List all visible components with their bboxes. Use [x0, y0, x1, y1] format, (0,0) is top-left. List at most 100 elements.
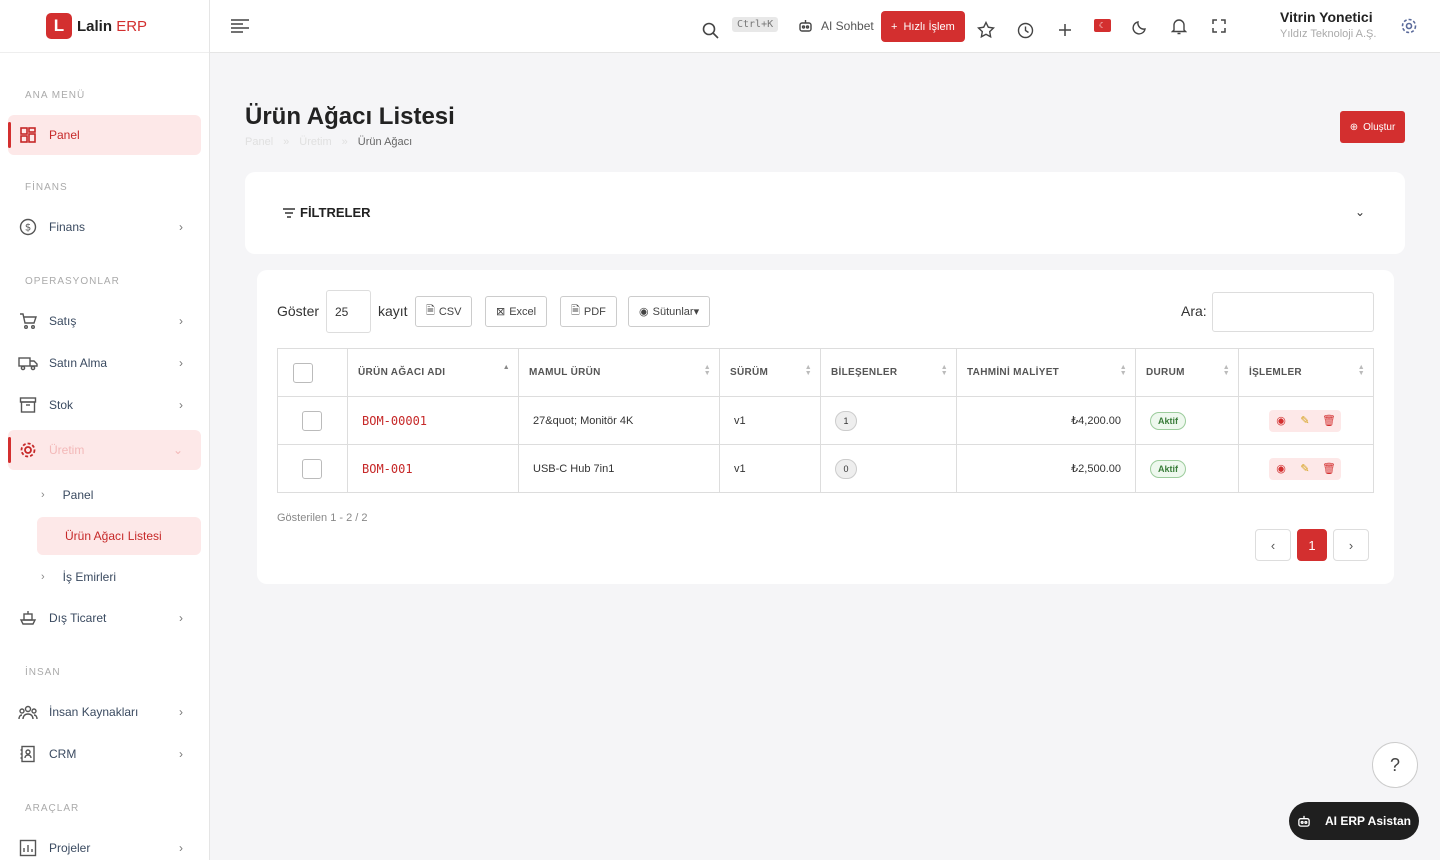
- delete-icon[interactable]: 🗑: [1317, 457, 1341, 480]
- pagination-info: Gösterilen 1 - 2 / 2: [277, 512, 368, 524]
- sidebar-item-label: Üretim: [49, 443, 85, 457]
- app-logo[interactable]: L Lalin ERP: [0, 0, 209, 53]
- chevron-right-icon: ›: [1348, 537, 1354, 553]
- sidebar-item-projeler[interactable]: Projeler ›: [8, 828, 201, 860]
- dollar-icon: $: [18, 217, 38, 237]
- components-count: 0: [835, 458, 857, 479]
- section-title-insan: İNSAN: [25, 667, 61, 678]
- csv-button[interactable]: 🗎 CSV: [415, 296, 473, 327]
- chevron-right-icon: ›: [179, 356, 183, 370]
- chevron-down-icon: ⌄: [172, 443, 183, 457]
- edit-icon[interactable]: ✎: [1293, 457, 1317, 480]
- pagination-page[interactable]: 1: [1297, 529, 1327, 561]
- cell-cost: ₺4,200.00: [956, 396, 1136, 445]
- help-button[interactable]: ?: [1372, 742, 1418, 788]
- col-header-version[interactable]: SÜRÜM ▲ ▼: [719, 348, 821, 397]
- pagination-next[interactable]: ›: [1333, 529, 1369, 561]
- cell-actions: ◉ ✎ 🗑: [1238, 396, 1374, 445]
- sidebar-item-uretim[interactable]: Üretim ⌄: [8, 430, 201, 470]
- moon-icon[interactable]: [1130, 17, 1150, 37]
- cell-status: Aktif: [1135, 444, 1239, 493]
- select-all-checkbox[interactable]: [293, 362, 313, 383]
- show-label: Göster: [277, 303, 320, 319]
- col-header-name[interactable]: ÜRÜN AĞACI ADI ▲: [347, 348, 519, 397]
- filter-icon: [283, 207, 295, 218]
- pdf-icon: 🗎: [571, 305, 580, 317]
- sidebar-item-panel[interactable]: Panel: [8, 115, 201, 155]
- select-all-header: [277, 348, 348, 397]
- search-shortcut: Ctrl+K: [732, 17, 779, 32]
- row-checkbox[interactable]: [302, 410, 322, 431]
- sidebar-item-finans[interactable]: $ Finans ›: [8, 207, 201, 247]
- fullscreen-icon[interactable]: [1209, 16, 1229, 36]
- pagination-prev[interactable]: ‹: [1255, 529, 1291, 561]
- create-button[interactable]: ⊕ Oluştur: [1340, 111, 1405, 143]
- sidebar-sub-is-emirleri[interactable]: › İş Emirleri: [37, 558, 201, 596]
- ai-chat-button[interactable]: AI Sohbet: [798, 18, 874, 33]
- delete-icon[interactable]: 🗑: [1317, 409, 1341, 432]
- cell-actions: ◉ ✎ 🗑: [1238, 444, 1374, 493]
- plus-circle-icon: ⊕: [1349, 121, 1359, 133]
- turkey-flag-icon[interactable]: ☾: [1094, 19, 1111, 32]
- col-header-components[interactable]: BİLEŞENLER ▲ ▼: [820, 348, 957, 397]
- app-name: Lalin ERP: [77, 17, 148, 35]
- breadcrumb-uretim[interactable]: Üretim: [299, 136, 331, 148]
- view-icon[interactable]: ◉: [1269, 457, 1293, 480]
- section-title-main: ANA MENÜ: [25, 90, 86, 101]
- excel-icon: ⊠: [496, 306, 506, 318]
- chevron-right-icon: ›: [179, 705, 183, 719]
- chevron-right-icon: ›: [179, 611, 183, 625]
- history-icon[interactable]: [1015, 20, 1035, 40]
- sidebar-item-dis-ticaret[interactable]: Dış Ticaret ›: [8, 598, 201, 638]
- sort-icon: ▲ ▼: [804, 364, 812, 377]
- bom-code-link[interactable]: BOM-00001: [362, 414, 427, 428]
- user-profile[interactable]: Vitrin Yonetici Yıldız Teknoloji A.Ş.: [1280, 9, 1376, 40]
- menu-toggle-icon[interactable]: [230, 16, 250, 36]
- edit-icon[interactable]: ✎: [1293, 409, 1317, 432]
- company-name: Yıldız Teknoloji A.Ş.: [1280, 28, 1377, 40]
- sidebar-item-stok[interactable]: Stok ›: [8, 385, 201, 425]
- ai-assistant-button[interactable]: AI ERP Asistan: [1289, 802, 1419, 840]
- page-length-select[interactable]: 25: [326, 290, 371, 333]
- sort-icon: ▲ ▼: [1222, 364, 1230, 377]
- sidebar-sub-panel[interactable]: › Panel: [37, 476, 201, 514]
- bom-code-link[interactable]: BOM-001: [362, 462, 413, 476]
- gear-icon: [18, 440, 38, 460]
- row-select-cell: [277, 444, 348, 493]
- col-header-product[interactable]: MAMUL ÜRÜN ▲ ▼: [518, 348, 720, 397]
- settings-gear-icon[interactable]: [1399, 16, 1419, 36]
- logo-mark: L: [46, 13, 72, 39]
- sidebar-sub-label: Panel: [62, 488, 94, 502]
- chevron-right-icon: ›: [179, 398, 183, 412]
- search-input[interactable]: [1212, 292, 1374, 332]
- cell-components: 1: [820, 396, 957, 445]
- question-icon: ?: [1389, 754, 1400, 775]
- col-header-cost[interactable]: TAHMİNİ MALİYET ▲ ▼: [956, 348, 1136, 397]
- sidebar-sub-label: İş Emirleri: [62, 570, 117, 584]
- cell-version: v1: [719, 444, 821, 493]
- contact-book-icon: [18, 744, 38, 764]
- sidebar-item-crm[interactable]: CRM ›: [8, 734, 201, 774]
- star-icon[interactable]: [976, 20, 996, 40]
- sidebar-item-satis[interactable]: Satış ›: [8, 301, 201, 341]
- bell-icon[interactable]: [1169, 16, 1189, 36]
- records-label: kayıt: [378, 303, 408, 319]
- col-header-status[interactable]: DURUM ▲ ▼: [1135, 348, 1239, 397]
- quick-action-button[interactable]: + Hızlı İşlem: [881, 11, 965, 42]
- chevron-down-icon[interactable]: ⌄: [1355, 205, 1365, 219]
- row-checkbox[interactable]: [302, 458, 322, 479]
- sidebar-item-satin-alma[interactable]: Satın Alma ›: [8, 343, 201, 383]
- breadcrumb-current: Ürün Ağacı: [357, 136, 413, 148]
- add-icon[interactable]: [1055, 20, 1075, 40]
- filters-panel[interactable]: FİLTRELER ⌄: [245, 172, 1405, 254]
- pdf-button[interactable]: 🗎 PDF: [560, 296, 617, 327]
- col-header-actions[interactable]: İŞLEMLER ▲ ▼: [1238, 348, 1374, 397]
- breadcrumb-panel[interactable]: Panel: [245, 136, 273, 148]
- excel-button[interactable]: ⊠ Excel: [485, 296, 548, 327]
- chevron-right-icon: ›: [179, 747, 183, 761]
- view-icon[interactable]: ◉: [1269, 409, 1293, 432]
- sidebar-item-insan-kaynaklari[interactable]: İnsan Kaynakları ›: [8, 692, 201, 732]
- sidebar-sub-urun-agaci[interactable]: Ürün Ağacı Listesi: [37, 517, 201, 555]
- columns-button[interactable]: ◉ Sütunlar▾: [628, 296, 711, 327]
- search-icon[interactable]: [700, 20, 720, 40]
